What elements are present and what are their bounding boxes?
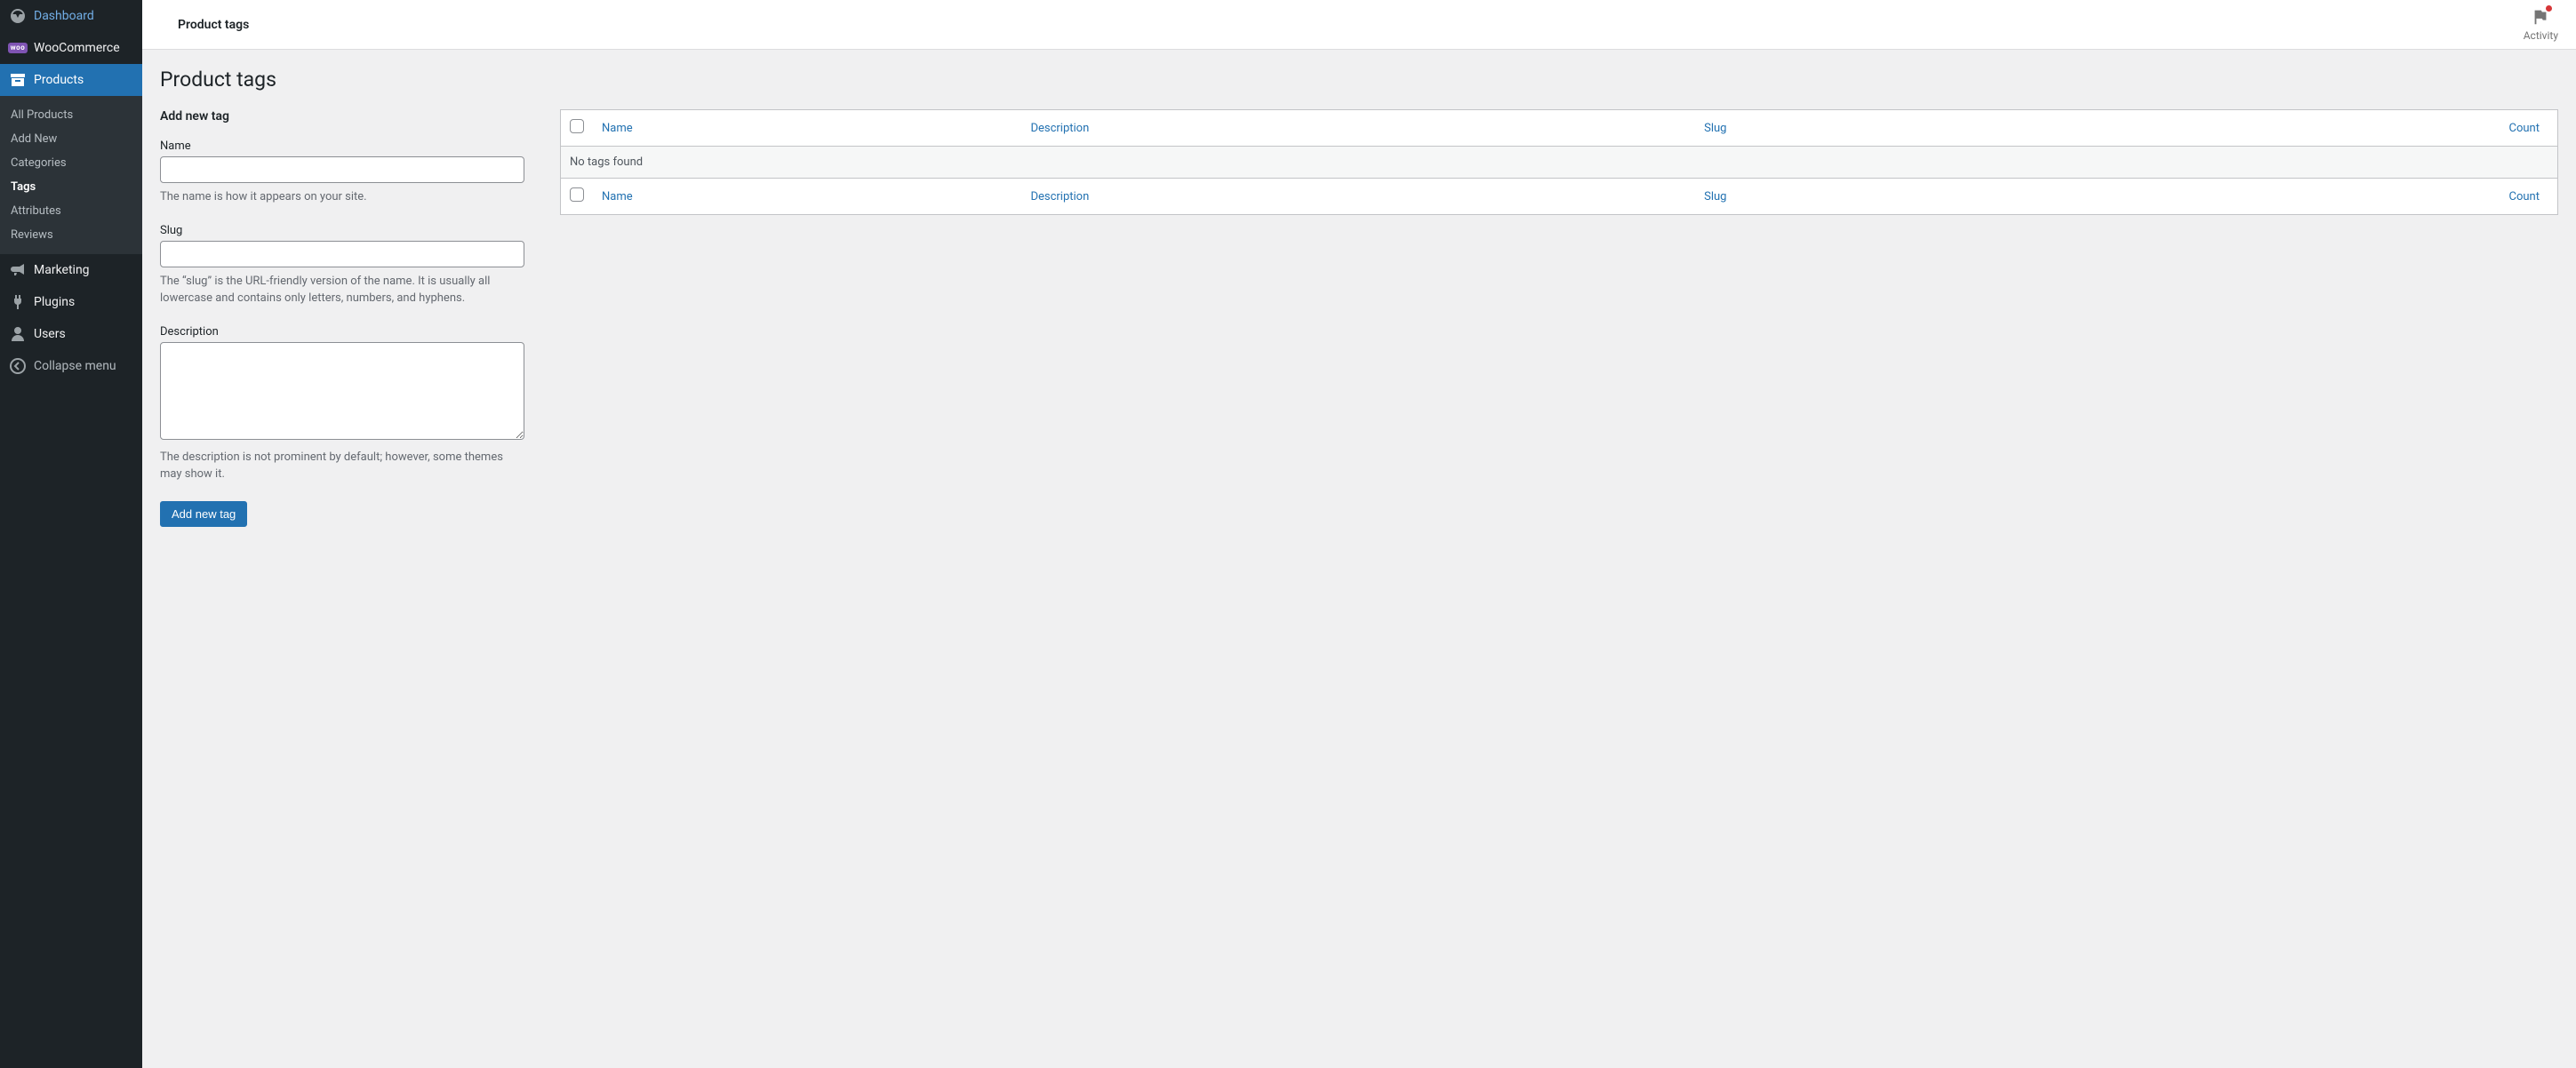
sidebar-item-marketing[interactable]: Marketing — [0, 254, 142, 286]
main-area: Product tags Activity Product tags Add n… — [142, 0, 2576, 1068]
select-all-checkbox-top[interactable] — [570, 119, 584, 133]
sidebar-label-collapse: Collapse menu — [34, 358, 116, 374]
name-help: The name is how it appears on your site. — [160, 188, 524, 206]
user-icon — [9, 325, 27, 343]
activity-button[interactable]: Activity — [2524, 7, 2558, 42]
sidebar-item-dashboard[interactable]: Dashboard — [0, 0, 142, 32]
slug-label: Slug — [160, 224, 524, 237]
archive-icon — [9, 71, 27, 89]
submenu-add-new[interactable]: Add New — [0, 127, 142, 151]
sidebar-label-products: Products — [34, 72, 84, 88]
flag-icon — [2531, 7, 2550, 29]
col-header-slug[interactable]: Slug — [1695, 110, 2052, 146]
form-section-title: Add new tag — [160, 109, 524, 124]
submenu-tags[interactable]: Tags — [0, 175, 142, 199]
col-footer-description[interactable]: Description — [1021, 179, 1695, 214]
description-textarea[interactable] — [160, 342, 524, 440]
description-label: Description — [160, 325, 524, 339]
submenu-categories[interactable]: Categories — [0, 151, 142, 175]
tags-table: Name Description Slug Count No tags foun… — [560, 109, 2558, 215]
name-input[interactable] — [160, 156, 524, 183]
submenu-reviews[interactable]: Reviews — [0, 223, 142, 247]
activity-label: Activity — [2524, 29, 2558, 42]
tags-list: Name Description Slug Count No tags foun… — [560, 109, 2558, 215]
submenu-all-products[interactable]: All Products — [0, 103, 142, 127]
notification-dot — [2546, 5, 2552, 12]
sidebar-item-woocommerce[interactable]: woo WooCommerce — [0, 32, 142, 64]
dashboard-icon — [9, 7, 27, 25]
select-all-checkbox-bottom[interactable] — [570, 187, 584, 202]
topbar-title: Product tags — [160, 18, 249, 32]
sidebar-label-users: Users — [34, 326, 66, 342]
col-footer-name[interactable]: Name — [593, 179, 1021, 214]
woocommerce-icon: woo — [9, 39, 27, 57]
col-footer-count[interactable]: Count — [2052, 179, 2557, 214]
megaphone-icon — [9, 261, 27, 279]
table-empty-message: No tags found — [561, 146, 2557, 179]
admin-sidebar: Dashboard woo WooCommerce Products All P… — [0, 0, 142, 1068]
sidebar-label-dashboard: Dashboard — [34, 8, 94, 24]
sidebar-item-products[interactable]: Products — [0, 64, 142, 96]
sidebar-item-users[interactable]: Users — [0, 318, 142, 350]
col-header-count[interactable]: Count — [2052, 110, 2557, 146]
table-empty-row: No tags found — [561, 146, 2557, 179]
sidebar-label-plugins: Plugins — [34, 294, 75, 310]
plug-icon — [9, 293, 27, 311]
col-footer-slug[interactable]: Slug — [1695, 179, 2052, 214]
add-tag-form: Add new tag Name The name is how it appe… — [160, 109, 524, 527]
page-content: Product tags Add new tag Name The name i… — [142, 50, 2576, 562]
sidebar-label-woocommerce: WooCommerce — [34, 40, 120, 56]
add-new-tag-button[interactable]: Add new tag — [160, 501, 247, 527]
col-header-name[interactable]: Name — [593, 110, 1021, 146]
slug-help: The “slug” is the URL-friendly version o… — [160, 273, 524, 307]
collapse-icon — [9, 357, 27, 375]
sidebar-label-marketing: Marketing — [34, 262, 90, 278]
name-label: Name — [160, 139, 524, 153]
col-header-description[interactable]: Description — [1021, 110, 1695, 146]
sidebar-item-collapse[interactable]: Collapse menu — [0, 350, 142, 382]
sidebar-item-plugins[interactable]: Plugins — [0, 286, 142, 318]
submenu-attributes[interactable]: Attributes — [0, 199, 142, 223]
page-heading: Product tags — [160, 68, 2558, 92]
sidebar-submenu-products: All Products Add New Categories Tags Att… — [0, 96, 142, 254]
description-help: The description is not prominent by defa… — [160, 449, 524, 483]
top-bar: Product tags Activity — [142, 0, 2576, 50]
slug-input[interactable] — [160, 241, 524, 267]
